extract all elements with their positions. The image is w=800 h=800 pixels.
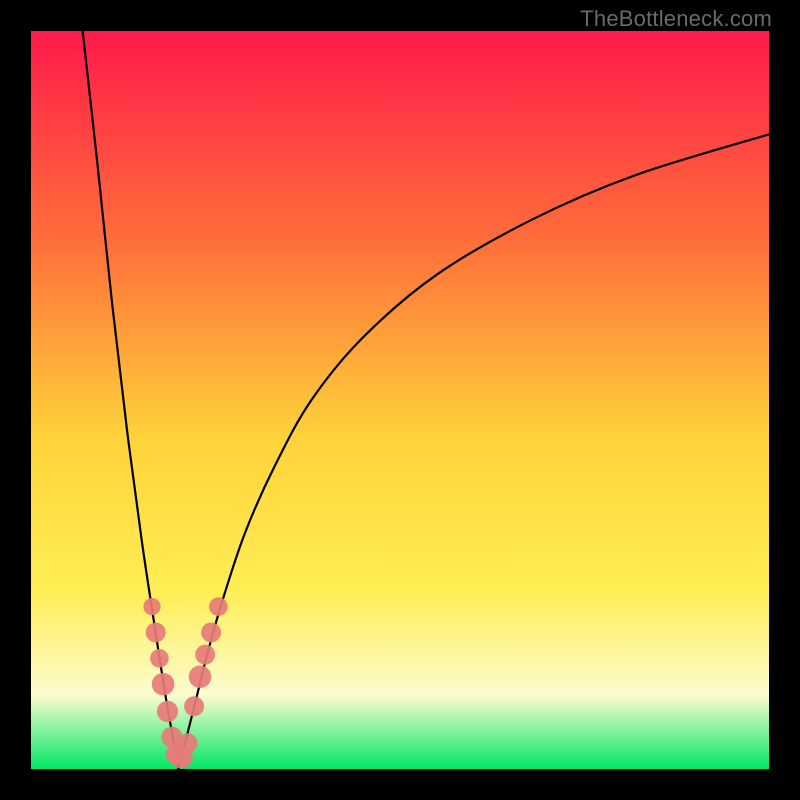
marker-point (209, 597, 228, 616)
marker-point (152, 673, 175, 696)
marker-point (178, 733, 198, 753)
watermark-text: TheBottleneck.com (580, 6, 772, 32)
chart-frame: TheBottleneck.com (0, 0, 800, 800)
marker-point (189, 665, 212, 688)
chart-svg (31, 31, 769, 769)
marker-point (184, 696, 204, 716)
marker-point (150, 649, 169, 668)
marker-point (157, 701, 178, 722)
marker-point (195, 645, 215, 665)
gradient-background (31, 31, 769, 769)
plot-area (31, 31, 769, 769)
marker-point (143, 598, 160, 615)
marker-point (146, 623, 166, 643)
marker-point (201, 623, 221, 643)
